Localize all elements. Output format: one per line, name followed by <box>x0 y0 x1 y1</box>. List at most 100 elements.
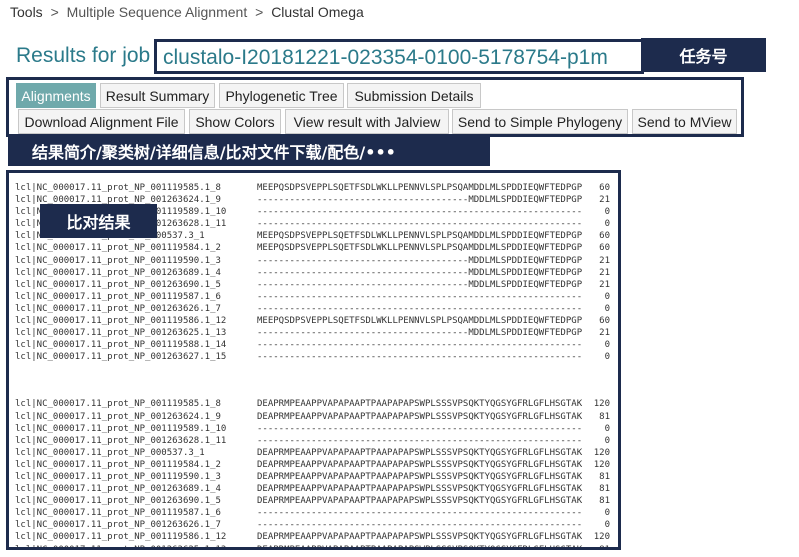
sequence-id: lcl|NC_000017.11_prot_NP_001263626.1_7 <box>15 520 221 531</box>
residue-count: 81 <box>599 471 610 482</box>
residue-count: 0 <box>604 435 610 446</box>
sequence-residues: ----------------------------------------… <box>257 340 583 351</box>
alignment-row: lcl|NC_000017.11_prot_NP_001263626.1_7 --… <box>15 304 615 316</box>
sequence-id: lcl|NC_000017.11_prot_NP_001263628.1_11 <box>15 435 227 446</box>
sequence-residues: ----------------------------------------… <box>257 508 583 519</box>
sequence-residues: DEAPRMPEAAPPVAPAPAAPTPAAPAPAPSWPLSSSVPSQ… <box>257 411 583 422</box>
residue-count: 21 <box>599 255 610 266</box>
breadcrumb: Tools > Multiple Sequence Alignment > Cl… <box>10 4 364 20</box>
sequence-residues: ---------------------------------------M… <box>257 328 583 339</box>
job-id-annotation: 任务号 <box>641 38 766 72</box>
alignment-row: lcl|NC_000017.11_prot_NP_001263625.1_13 D… <box>15 544 615 550</box>
residue-count: 60 <box>599 316 610 327</box>
sequence-id: lcl|NC_000017.11_prot_NP_001119587.1_6 <box>15 508 221 519</box>
alignment-row: lcl|NC_000017.11_prot_NP_001119587.1_6 --… <box>15 292 615 304</box>
breadcrumb-tools-link[interactable]: Tools <box>10 4 43 20</box>
residue-count: 0 <box>604 520 610 531</box>
residue-count: 120 <box>593 532 610 543</box>
sequence-id: lcl|NC_000017.11_prot_NP_001119585.1_8 <box>15 183 221 193</box>
breadcrumb-separator: > <box>255 4 264 20</box>
alignment-row: lcl|NC_000017.11_prot_NP_001119585.1_8 DE… <box>15 399 615 411</box>
residue-count: 0 <box>604 352 610 363</box>
residue-count: 81 <box>599 484 610 495</box>
sequence-residues: DEAPRMPEAAPPVAPAPAAPTPAAPAPAPSWPLSSSVPSQ… <box>257 447 583 458</box>
residue-count: 60 <box>599 243 610 254</box>
sequence-id: lcl|NC_000017.11_prot_NP_001263625.1_13 <box>15 544 227 550</box>
alignment-row: lcl|NC_000017.11_prot_NP_001119586.1_12 M… <box>15 316 615 328</box>
alignment-row: lcl|NC_000017.11_prot_NP_001263626.1_7 --… <box>15 520 615 532</box>
sequence-id: lcl|NC_000017.11_prot_NP_001263689.1_4 <box>15 267 221 278</box>
residue-count: 0 <box>604 303 610 314</box>
sequence-id: lcl|NC_000017.11_prot_NP_001119590.1_3 <box>15 255 221 266</box>
sequence-id: lcl|NC_000017.11_prot_NP_001119584.1_2 <box>15 243 221 254</box>
show-colors-button[interactable]: Show Colors <box>189 109 281 134</box>
sequence-residues: ---------------------------------------M… <box>257 195 583 206</box>
result-tabs-panel: Alignments Result Summary Phylogenetic T… <box>6 77 744 137</box>
breadcrumb-msa-link[interactable]: Multiple Sequence Alignment <box>67 4 248 20</box>
sequence-id: lcl|NC_000017.11_prot_NP_001119586.1_12 <box>15 532 227 543</box>
tab-phylogenetic-tree[interactable]: Phylogenetic Tree <box>219 83 344 108</box>
sequence-id: lcl|NC_000017.11_prot_NP_001119590.1_3 <box>15 471 221 482</box>
alignment-row: lcl|NC_000017.11_prot_NP_001119588.1_14 -… <box>15 340 615 352</box>
alignment-content: lcl|NC_000017.11_prot_NP_001119585.1_8 ME… <box>15 183 615 550</box>
sequence-id: lcl|NC_000017.11_prot_NP_001263627.1_15 <box>15 352 227 363</box>
sequence-residues: MEEPQSDPSVEPPLSQETFSDLWKLLPENNVLSPLPSQAM… <box>257 316 583 327</box>
tab-alignments[interactable]: Alignments <box>16 83 96 108</box>
alignment-row: lcl|NC_000017.11_prot_NP_001263690.1_5 --… <box>15 280 615 292</box>
alignment-row: lcl|NC_000017.11_prot_NP_001263690.1_5 DE… <box>15 496 615 508</box>
sequence-residues: ---------------------------------------M… <box>257 279 583 290</box>
sequence-id: lcl|NC_000017.11_prot_NP_001263690.1_5 <box>15 496 221 507</box>
sequence-id: lcl|NC_000017.11_prot_NP_001119584.1_2 <box>15 459 221 470</box>
residue-count: 120 <box>593 399 610 410</box>
sequence-residues: DEAPRMPEAAPPVAPAPAAPTPAAPAPAPSWPLSSSVPSQ… <box>257 459 583 470</box>
sequence-residues: ----------------------------------------… <box>257 520 583 531</box>
sequence-id: lcl|NC_000017.11_prot_NP_001119589.1_10 <box>15 423 227 434</box>
alignment-row: lcl|NC_000017.11_prot_NP_001263624.1_9 DE… <box>15 412 615 424</box>
sequence-residues: MEEPQSDPSVEPPLSQETFSDLWKLLPENNVLSPLPSQAM… <box>257 183 583 193</box>
view-jalview-button[interactable]: View result with Jalview <box>285 109 449 134</box>
sequence-residues: ---------------------------------------M… <box>257 255 583 266</box>
residue-count: 0 <box>604 508 610 519</box>
tab-result-summary[interactable]: Result Summary <box>100 83 215 108</box>
residue-count: 60 <box>599 231 610 242</box>
sequence-id: lcl|NC_000017.11_prot_NP_000537.3_1 <box>15 447 205 458</box>
sequence-residues: DEAPRMPEAAPPVAPAPAAPTPAAPAPAPSWPLSSSVPSQ… <box>257 399 583 410</box>
residue-count: 120 <box>593 459 610 470</box>
send-mview-button[interactable]: Send to MView <box>632 109 737 134</box>
residue-count: 21 <box>599 328 610 339</box>
sequence-id: lcl|NC_000017.11_prot_NP_001119586.1_12 <box>15 316 227 327</box>
residue-count: 81 <box>599 411 610 422</box>
alignment-row: lcl|NC_000017.11_prot_NP_001263628.1_11 -… <box>15 436 615 448</box>
breadcrumb-separator: > <box>50 4 59 20</box>
alignment-annotation: 比对结果 <box>40 204 157 238</box>
breadcrumb-current: Clustal Omega <box>271 4 364 20</box>
download-alignment-button[interactable]: Download Alignment File <box>18 109 185 134</box>
residue-count: 21 <box>599 195 610 206</box>
sequence-residues: DEAPRMPEAAPPVAPAPAAPTPAAPAPAPSWPLSSSVPSQ… <box>257 532 583 543</box>
residue-count: 0 <box>604 423 610 434</box>
residue-count: 60 <box>599 183 610 193</box>
alignment-row: lcl|NC_000017.11_prot_NP_001263689.1_4 --… <box>15 268 615 280</box>
residue-count: 0 <box>604 219 610 230</box>
alignment-row: lcl|NC_000017.11_prot_NP_001119586.1_12 D… <box>15 532 615 544</box>
alignment-row: lcl|NC_000017.11_prot_NP_001263689.1_4 DE… <box>15 484 615 496</box>
sequence-residues: ----------------------------------------… <box>257 435 583 446</box>
sequence-residues: DEAPRMPEAAPPVAPAPAAPTPAAPAPAPSWPLSSSVPSQ… <box>257 496 583 507</box>
sequence-id: lcl|NC_000017.11_prot_NP_001263624.1_9 <box>15 411 221 422</box>
job-id: clustalo-I20181221-023354-0100-5178754-p… <box>163 46 608 69</box>
alignment-row: lcl|NC_000017.11_prot_NP_001119587.1_6 --… <box>15 508 615 520</box>
sequence-residues: ----------------------------------------… <box>257 423 583 434</box>
tab-submission-details[interactable]: Submission Details <box>347 83 481 108</box>
send-simple-phylogeny-button[interactable]: Send to Simple Phylogeny <box>452 109 628 134</box>
alignment-row: lcl|NC_000017.11_prot_NP_000537.3_1 DEAPR… <box>15 448 615 460</box>
sequence-residues: ----------------------------------------… <box>257 207 583 218</box>
sequence-residues: MEEPQSDPSVEPPLSQETFSDLWKLLPENNVLSPLPSQAM… <box>257 243 583 254</box>
alignment-row: lcl|NC_000017.11_prot_NP_001119590.1_3 DE… <box>15 472 615 484</box>
page-title: Results for job <box>16 44 151 67</box>
residue-count: 81 <box>599 496 610 507</box>
sequence-residues: ----------------------------------------… <box>257 219 583 230</box>
residue-count: 0 <box>604 340 610 351</box>
sequence-id: lcl|NC_000017.11_prot_NP_001119587.1_6 <box>15 291 221 302</box>
alignment-row: lcl|NC_000017.11_prot_NP_001119584.1_2 DE… <box>15 460 615 472</box>
alignment-row: lcl|NC_000017.11_prot_NP_001263627.1_15 -… <box>15 352 615 364</box>
